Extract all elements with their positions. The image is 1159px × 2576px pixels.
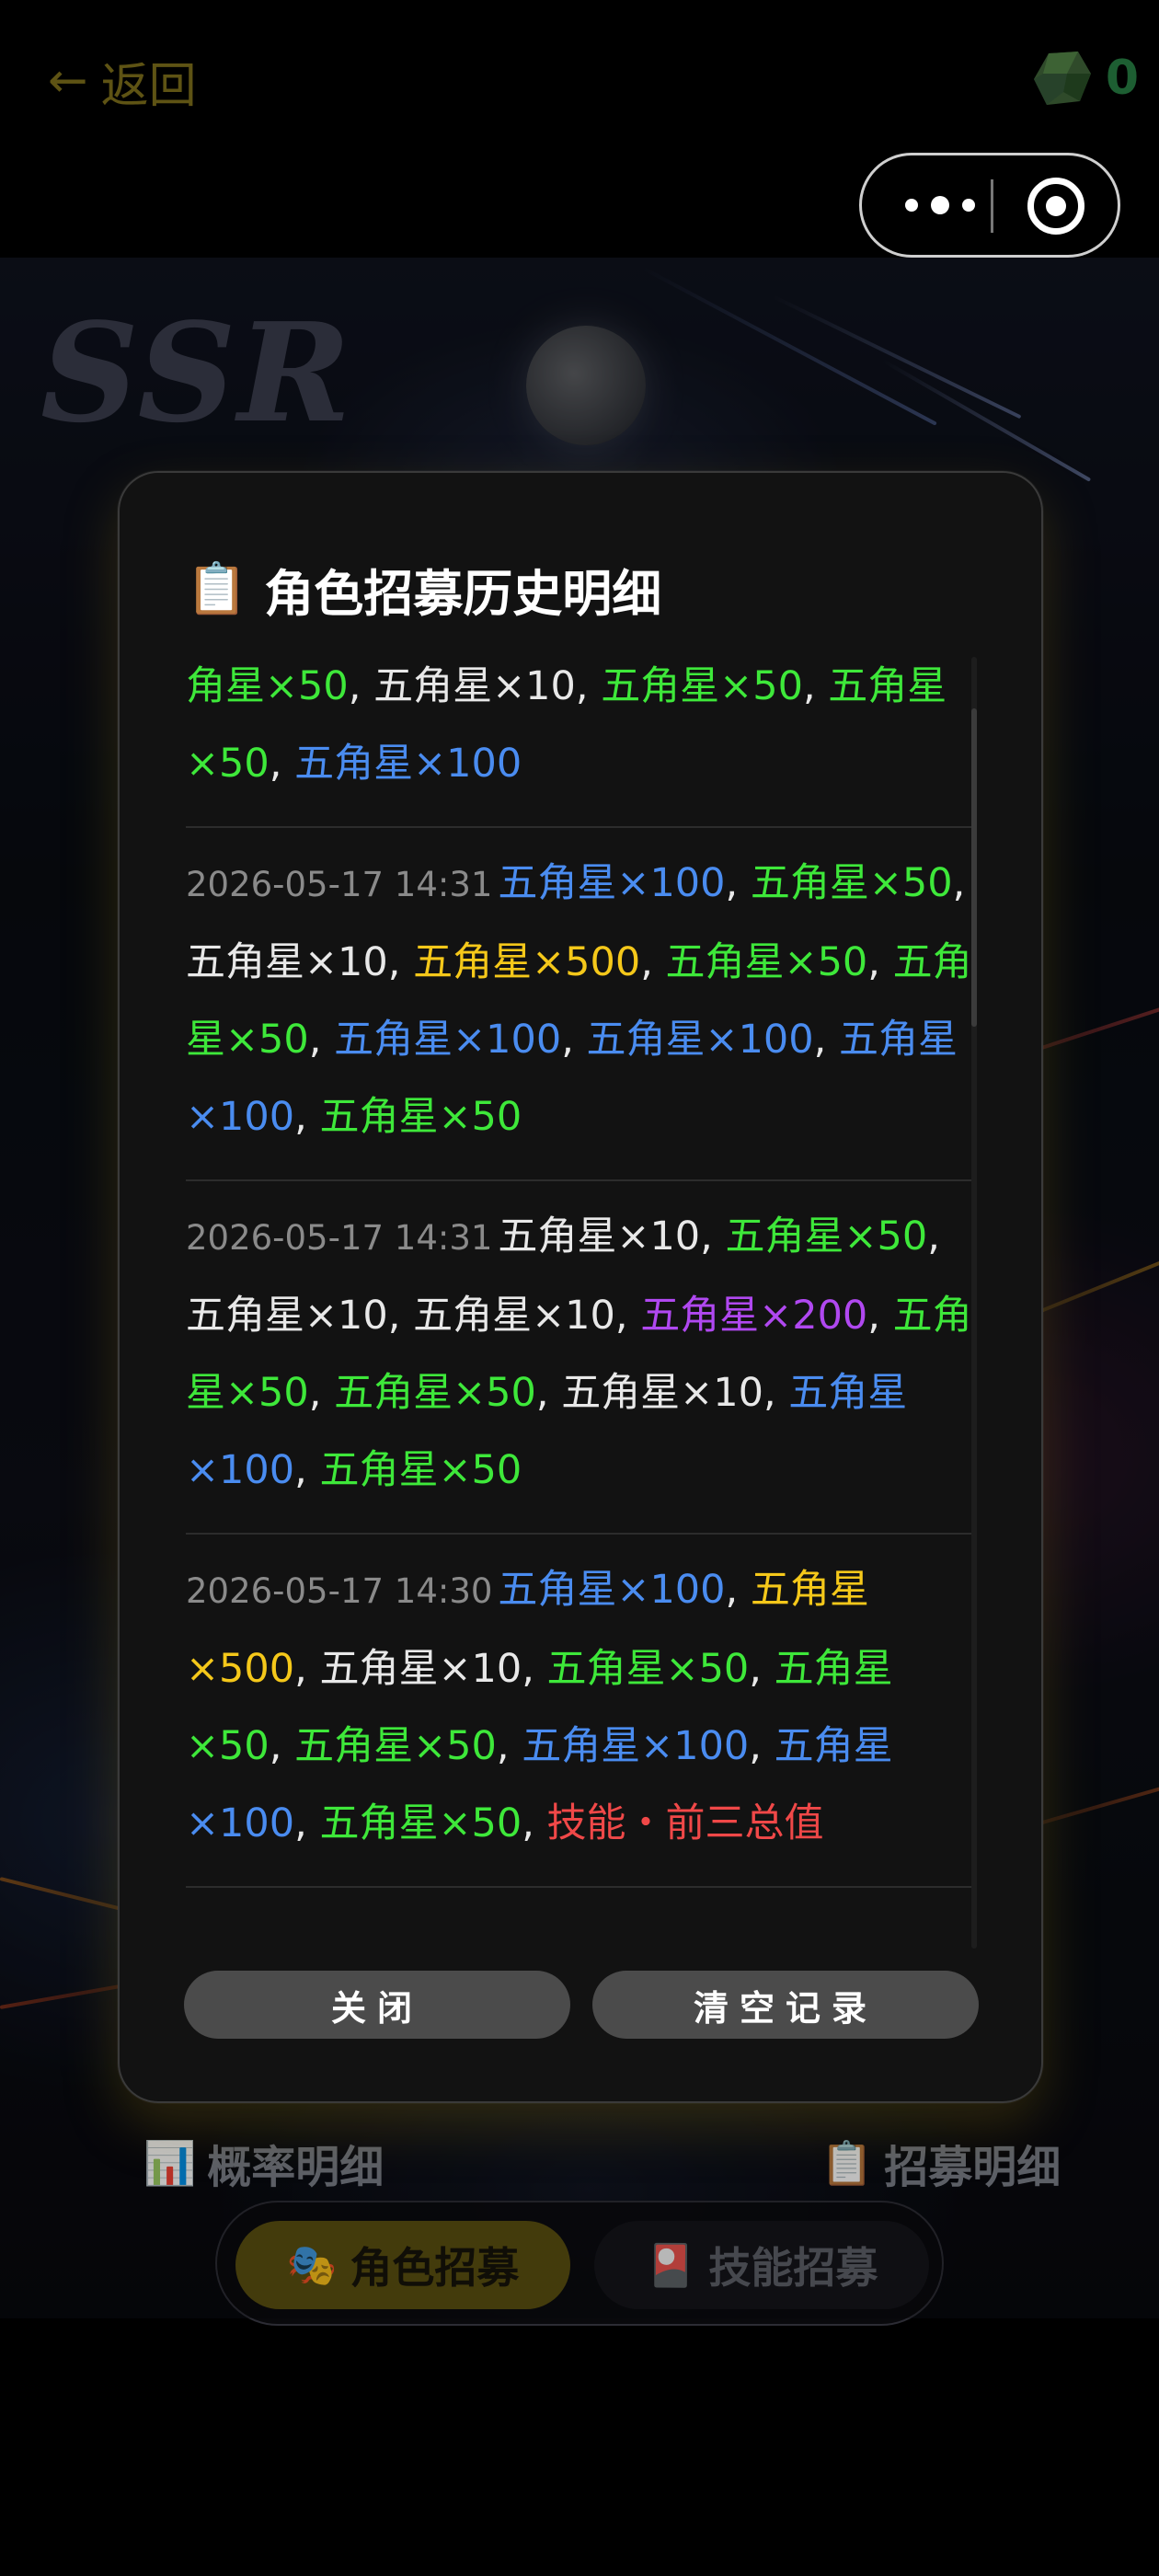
reward-item: 五角星×200: [640, 1293, 868, 1339]
reward-item: 五角星×100: [586, 1017, 814, 1063]
reward-item: 技能・前三总值: [546, 1800, 824, 1846]
close-target-icon[interactable]: [1027, 178, 1084, 235]
capsule-divider: [991, 179, 993, 233]
reward-item: 五角星×10: [561, 1370, 763, 1416]
history-record: 2026-05-17 14:31 五角星×100, 五角星×50, 五角星×10,…: [186, 828, 973, 1181]
back-label: 返回: [100, 58, 197, 114]
history-list[interactable]: 角星×200, 五角星×200, 五角星×200, 五角星×50, 五角星×10…: [186, 657, 973, 1949]
history-records: 角星×200, 五角星×200, 五角星×200, 五角星×50, 五角星×10…: [186, 657, 973, 1888]
modal-title-text: 角色招募历史明细: [264, 564, 662, 623]
modal-title: 📋 角色招募历史明细: [186, 545, 661, 633]
reward-item: 五角星×100: [498, 860, 726, 906]
reward-item: 五角星×100: [498, 1567, 726, 1613]
top-bar: ← 返回 0: [0, 0, 1159, 258]
reward-item: 五角星×10: [413, 1293, 615, 1339]
gem-icon: [1033, 52, 1091, 105]
reward-item: 五角星×10: [186, 1293, 388, 1339]
reward-item: 五角星×100: [522, 1723, 750, 1769]
reward-item: 五角星×500: [413, 939, 641, 985]
reward-item: 五角星×100: [294, 741, 522, 787]
reward-item: 五角星×50: [319, 1800, 522, 1846]
history-record: 角星×200, 五角星×200, 五角星×200, 五角星×50, 五角星×10…: [186, 657, 973, 828]
reward-item: 五角星×50: [319, 1094, 522, 1140]
close-button[interactable]: 关闭: [184, 1971, 570, 2039]
reward-item: 五角星×50: [319, 1447, 522, 1493]
reward-item: 五角星×10: [498, 1213, 701, 1259]
reward-item: 五角星×50: [546, 1646, 750, 1692]
reward-item: 五角星×10: [319, 1646, 522, 1692]
reward-item: 五角星×50: [750, 860, 953, 906]
gem-count: 0: [1105, 51, 1139, 106]
reward-item: 五角星×50: [334, 1370, 536, 1416]
history-modal: 📋 角色招募历史明细 角星×200, 五角星×200, 五角星×200, 五角星…: [118, 471, 1043, 2103]
back-arrow-icon: ←: [48, 53, 88, 109]
record-timestamp: 2026-05-17 14:31: [186, 1218, 493, 1258]
mini-program-capsule: [859, 153, 1120, 258]
record-timestamp: 2026-05-17 14:30: [186, 1571, 493, 1611]
reward-item: 五角星×50: [725, 1213, 928, 1259]
reward-item: 五角星×50: [294, 1723, 497, 1769]
scrollbar-thumb[interactable]: [971, 708, 977, 1027]
reward-item: 五角星×10: [186, 939, 388, 985]
reward-item: 五角星×10: [373, 663, 576, 709]
history-record: 2026-05-17 14:31 五角星×10, 五角星×50, 五角星×10, …: [186, 1181, 973, 1535]
clipboard-icon: 📋: [186, 559, 248, 617]
clear-records-button[interactable]: 清空记录: [592, 1971, 979, 2039]
reward-item: 五角星×50: [601, 663, 803, 709]
more-menu-icon[interactable]: [889, 155, 991, 255]
history-record: 2026-05-17 14:30 五角星×100, 五角星×500, 五角星×10…: [186, 1535, 973, 1888]
reward-item: 五角星×100: [334, 1017, 562, 1063]
record-timestamp: 2026-05-17 14:31: [186, 865, 493, 904]
reward-item: 五角星×50: [665, 939, 868, 985]
back-button[interactable]: ← 返回: [48, 52, 197, 114]
gem-balance: 0: [1030, 46, 1139, 110]
bottom-blank: [0, 2318, 1159, 2576]
scrollbar[interactable]: [971, 657, 977, 1949]
